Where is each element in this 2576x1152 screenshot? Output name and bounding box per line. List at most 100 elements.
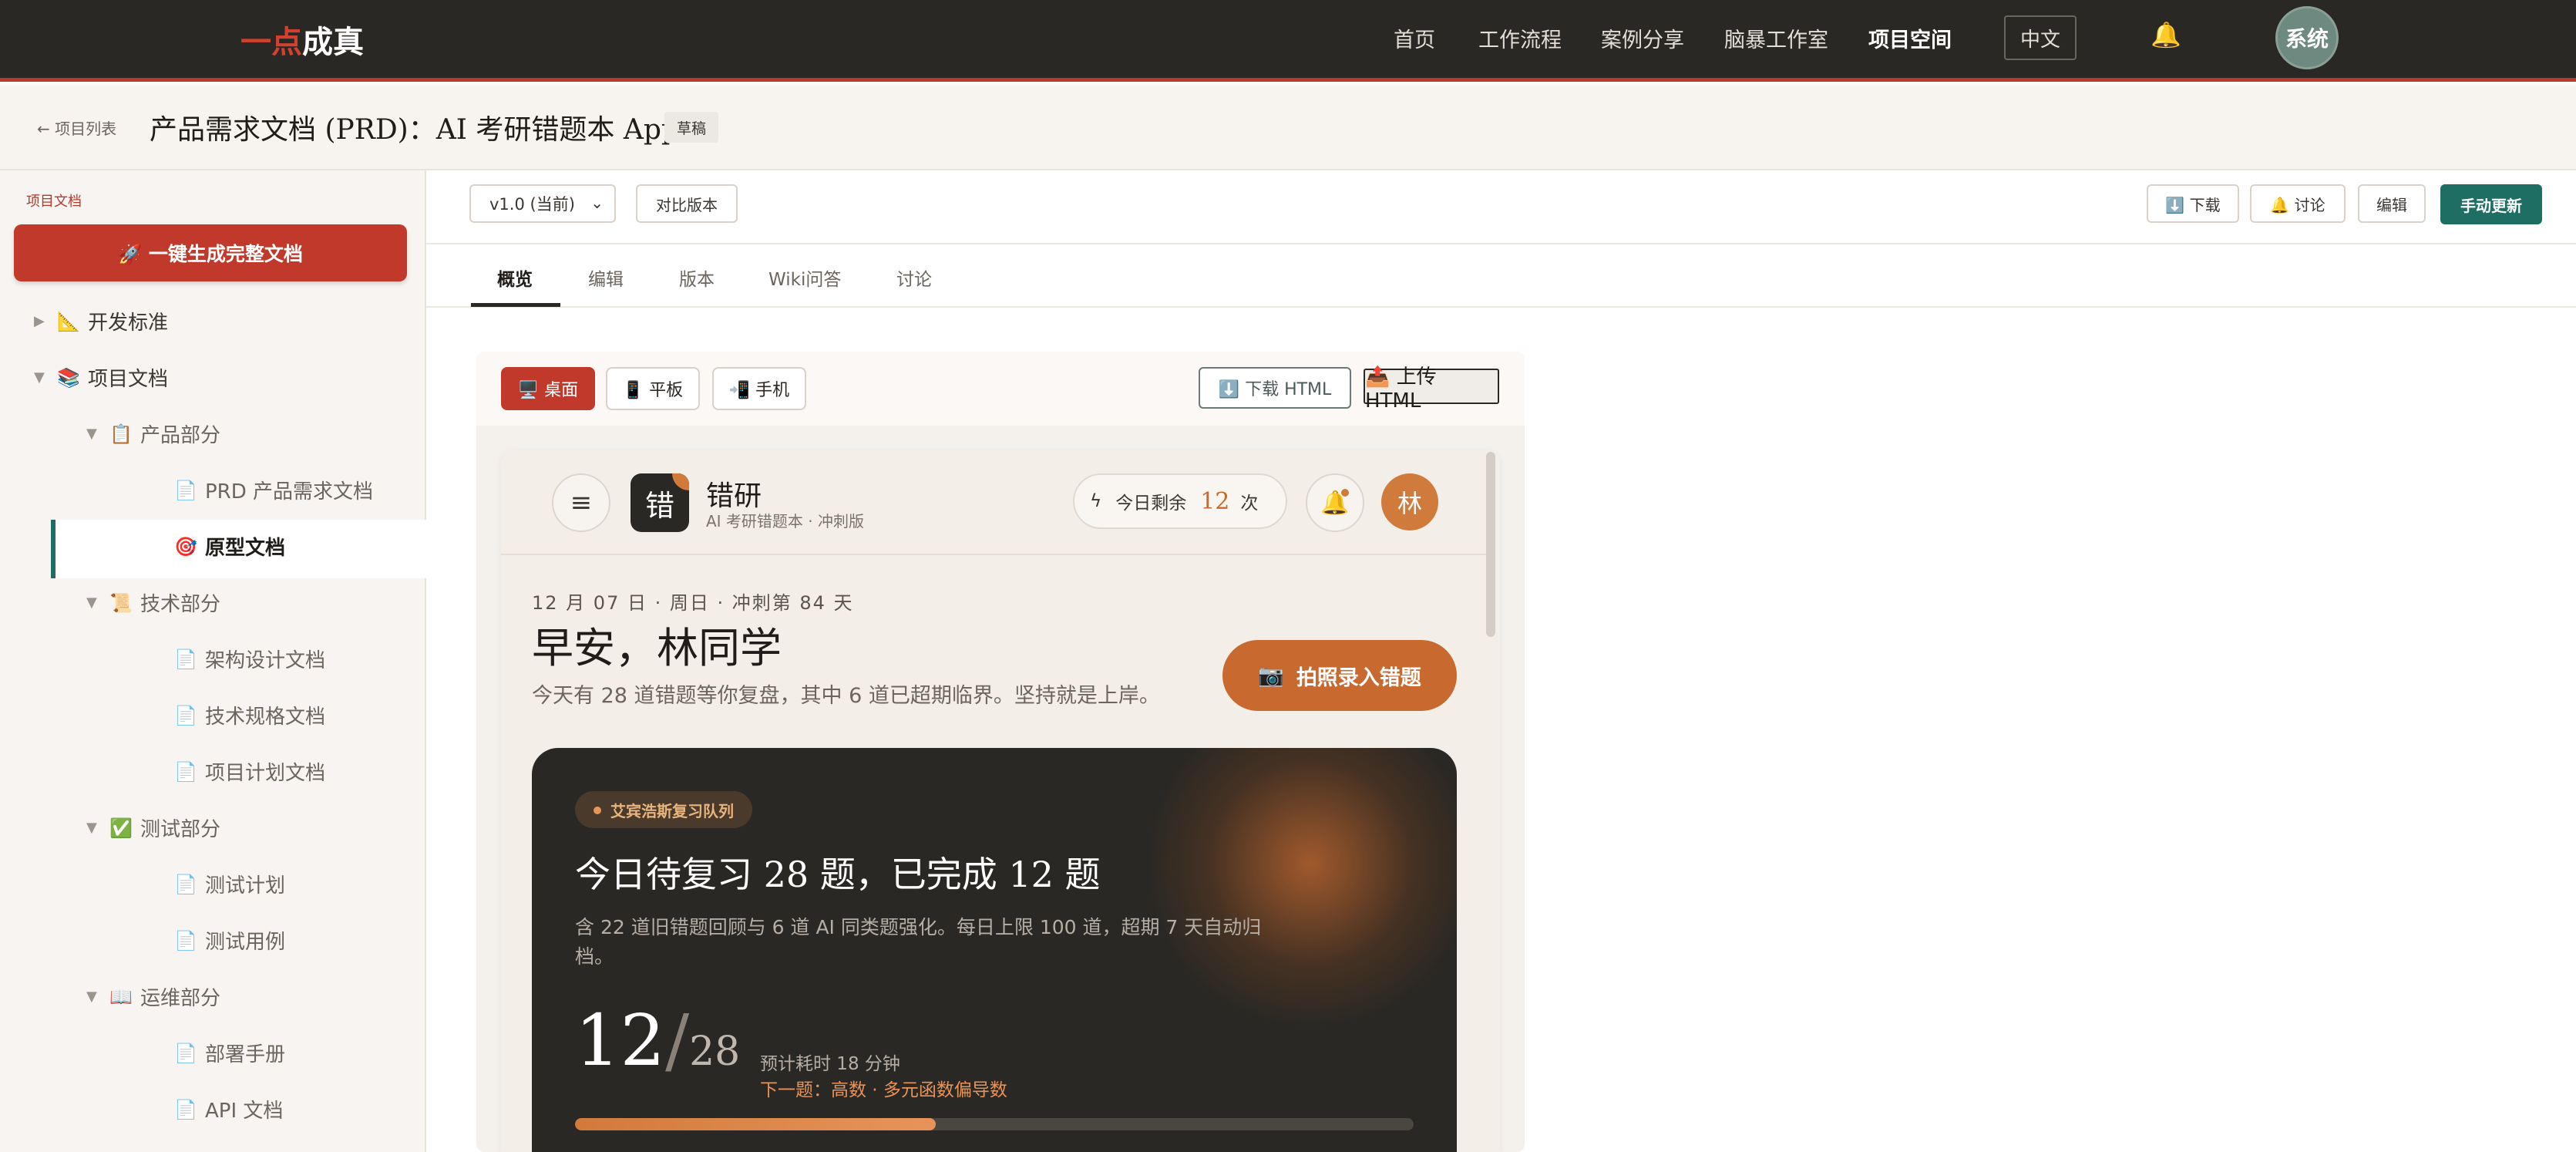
sidebar-label: 项目文档	[26, 194, 82, 210]
queue-progress-fill	[575, 1118, 936, 1130]
queue-next: 下一题：高数 · 多元函数偏导数	[760, 1080, 1007, 1100]
quota-unit: 次	[1240, 493, 1259, 514]
tree-item-testing[interactable]: ▼ ✅ 测试部分	[86, 813, 220, 842]
collapse-arrow-icon[interactable]: ▼	[34, 369, 57, 386]
queue-total: 28	[689, 1029, 741, 1075]
app-bell-icon[interactable]: 🔔	[1306, 473, 1364, 532]
tree-item-test-plan[interactable]: 📄 测试计划	[174, 870, 285, 898]
nav-cases[interactable]: 案例分享	[1601, 23, 1684, 53]
language-button[interactable]: 中文	[2004, 15, 2077, 60]
queue-slash: /	[665, 999, 690, 1082]
quota-value: 12	[1200, 487, 1230, 515]
document-icon: 📄	[174, 760, 197, 783]
tree-item-test-cases[interactable]: 📄 测试用例	[174, 926, 285, 955]
menu-icon[interactable]: ≡	[552, 473, 610, 532]
document-toolbar: v1.0 (当前) ⌄ 对比版本 ⬇️ 下载 🔔 讨论 编辑 手动更新	[426, 170, 2576, 244]
user-avatar[interactable]: 系统	[2275, 6, 2339, 69]
tree-item-project-plan[interactable]: 📄 项目计划文档	[174, 757, 325, 786]
app-user-avatar[interactable]: 林	[1381, 473, 1438, 531]
version-select[interactable]: v1.0 (当前) ⌄	[469, 184, 616, 223]
tab-overview[interactable]: 概览	[497, 264, 533, 291]
photo-capture-label: 拍照录入错题	[1296, 665, 1421, 690]
generate-full-doc-button[interactable]: 🚀 一键生成完整文档	[14, 224, 407, 281]
tree-item-label: 架构设计文档	[205, 649, 326, 672]
tree-item-label: PRD 产品需求文档	[205, 480, 374, 504]
document-icon: 📄	[174, 1098, 197, 1120]
tree-item-label: 测试计划	[205, 874, 286, 898]
document-icon: 📄	[174, 929, 197, 952]
expand-arrow-icon[interactable]: ▶	[34, 313, 57, 329]
queue-description: 含 22 道旧错题回顾与 6 道 AI 同类题强化。每日上限 100 道，超期 …	[575, 916, 1262, 968]
collapse-arrow-icon[interactable]: ▼	[86, 426, 109, 442]
device-phone-button[interactable]: 📲 手机	[712, 367, 806, 410]
tree-item-prototype[interactable]: 🎯 原型文档	[174, 532, 285, 561]
tree-item-product[interactable]: ▼ 📋 产品部分	[86, 419, 220, 448]
photo-capture-button[interactable]: 📷 拍照录入错题	[1222, 640, 1457, 711]
notification-bell-icon[interactable]: 🔔	[2151, 20, 2181, 49]
preview-scrollbar[interactable]	[1486, 452, 1495, 637]
document-icon: 📄	[174, 479, 197, 501]
upload-html-button[interactable]: 📤 上传 HTML	[1364, 365, 1499, 413]
queue-eta: 预计耗时 18 分钟	[760, 1054, 900, 1074]
logo-part-1: 一点	[240, 24, 302, 60]
tab-versions[interactable]: 版本	[679, 264, 715, 291]
logo-part-2: 成真	[302, 24, 364, 60]
tree-item-tech[interactable]: ▼ 📜 技术部分	[86, 588, 220, 617]
ruler-icon: 📐	[57, 310, 80, 332]
tree-item-api-docs[interactable]: 📄 API 文档	[174, 1095, 283, 1123]
clipboard-icon: 📋	[109, 423, 133, 445]
brand-logo[interactable]: 一点成真	[240, 17, 364, 62]
manual-update-button[interactable]: 手动更新	[2440, 184, 2542, 224]
app-header: ≡ 错 错研 AI 考研错题本 · 冲刺版 ϟ 今日剩余 12 次 🔔 林	[501, 450, 1488, 555]
app-name: 错研	[706, 480, 762, 512]
device-tablet-button[interactable]: 📱 平板	[606, 367, 700, 410]
device-desktop-button[interactable]: 🖥️ 桌面	[501, 367, 595, 410]
tree-item-prd[interactable]: 📄 PRD 产品需求文档	[174, 476, 373, 504]
document-icon: 📄	[174, 648, 197, 670]
tree-item-dev-standards[interactable]: ▶ 📐 开发标准	[34, 307, 168, 335]
tab-edit[interactable]: 编辑	[588, 264, 624, 291]
tree-item-label: 运维部分	[140, 987, 221, 1010]
greeting-subtext: 今天有 28 道错题等你复盘，其中 6 道已超期临界。坚持就是上岸。	[532, 684, 1160, 708]
scroll-icon: 📜	[109, 591, 133, 614]
document-header: ← 项目列表 产品需求文档 (PRD)：AI 考研错题本 App 草稿	[0, 86, 2576, 170]
download-html-button[interactable]: ⬇️ 下载 HTML	[1199, 367, 1351, 409]
tree-item-project-docs[interactable]: ▼ 📚 项目文档	[34, 363, 168, 392]
document-icon: 📄	[174, 1042, 197, 1064]
queue-done: 12	[575, 999, 666, 1082]
tree-item-label: 部署手册	[205, 1043, 286, 1066]
nav-home[interactable]: 首页	[1394, 23, 1435, 53]
tree-item-label: 原型文档	[205, 537, 286, 560]
compare-versions-button[interactable]: 对比版本	[636, 184, 738, 223]
chevron-down-icon: ⌄	[590, 194, 604, 212]
lightning-icon: ϟ	[1090, 491, 1102, 511]
tree-item-tech-spec[interactable]: 📄 技术规格文档	[174, 701, 325, 729]
edit-button[interactable]: 编辑	[2358, 184, 2426, 223]
review-queue-card[interactable]: 艾宾浩斯复习队列 今日待复习 28 题，已完成 12 题 含 22 道旧错题回顾…	[532, 748, 1457, 1152]
download-button[interactable]: ⬇️ 下载	[2147, 184, 2239, 223]
tab-discussion[interactable]: 讨论	[896, 264, 932, 291]
collapse-arrow-icon[interactable]: ▼	[86, 989, 109, 1005]
queue-progress-track	[575, 1118, 1414, 1130]
tree-item-label: 测试用例	[205, 931, 286, 954]
app-logo: 错	[631, 473, 689, 532]
tab-wiki-qa[interactable]: Wiki问答	[768, 264, 841, 291]
nav-brainstorm[interactable]: 脑暴工作室	[1724, 23, 1828, 53]
collapse-arrow-icon[interactable]: ▼	[86, 595, 109, 611]
back-to-projects-link[interactable]: ← 项目列表	[37, 116, 116, 139]
target-icon: 🎯	[174, 535, 197, 557]
document-icon: 📄	[174, 873, 197, 895]
tree-item-label: 技术部分	[140, 593, 221, 616]
top-navbar: 一点成真 首页 工作流程 案例分享 脑暴工作室 项目空间 中文 🔔 系统	[0, 0, 2576, 82]
collapse-arrow-icon[interactable]: ▼	[86, 820, 109, 836]
discuss-button[interactable]: 🔔 讨论	[2250, 184, 2346, 223]
nav-workflow[interactable]: 工作流程	[1478, 23, 1562, 53]
notification-dot	[1341, 489, 1349, 497]
tree-item-architecture[interactable]: 📄 架构设计文档	[174, 645, 325, 673]
status-badge: 草稿	[664, 112, 719, 143]
tree-item-ops[interactable]: ▼ 📖 运维部分	[86, 982, 220, 1011]
version-select-value: v1.0 (当前)	[489, 195, 575, 214]
tree-item-deploy[interactable]: 📄 部署手册	[174, 1039, 285, 1067]
card-glow	[1148, 748, 1457, 1026]
nav-project-space[interactable]: 项目空间	[1868, 23, 1952, 53]
